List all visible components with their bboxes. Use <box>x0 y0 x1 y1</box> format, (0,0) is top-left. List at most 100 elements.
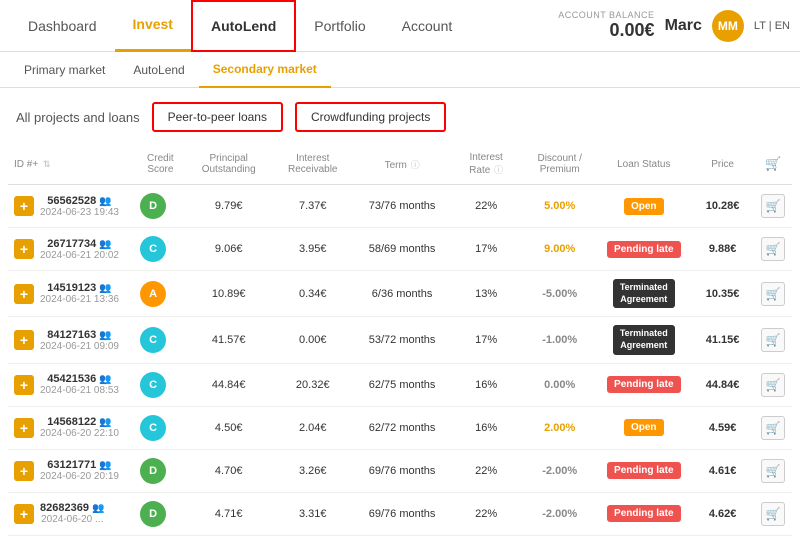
interest-receivable: 2.04€ <box>271 406 355 449</box>
discount: -2.00% <box>523 492 597 535</box>
interest-receivable: 3.95€ <box>271 228 355 271</box>
secondary-nav: Primary market AutoLend Secondary market <box>0 52 800 88</box>
nav-item-account[interactable]: Account <box>384 0 471 52</box>
term: 69/76 months <box>355 492 450 535</box>
interest-receivable: 0.34€ <box>271 271 355 317</box>
term: 62/75 months <box>355 363 450 406</box>
filter-row: All projects and loans Peer-to-peer loan… <box>0 88 800 146</box>
filter-label: All projects and loans <box>16 110 140 125</box>
cart-button[interactable]: 🛒 <box>761 502 785 526</box>
sort-icon: ⇅ <box>43 159 51 169</box>
cart-button[interactable]: 🛒 <box>761 237 785 261</box>
loan-date: 2024-06-21 13:36 <box>40 294 119 305</box>
term: 6/36 months <box>355 271 450 317</box>
sec-nav-autolend[interactable]: AutoLend <box>119 52 198 88</box>
status-badge: TerminatedAgreement <box>613 279 675 308</box>
nav-item-portfolio[interactable]: Portfolio <box>296 0 383 52</box>
loan-id: 26717734 👥 <box>40 238 119 250</box>
term: 53/72 months <box>355 317 450 363</box>
col-header-id: ID #+ ⇅ <box>8 146 134 185</box>
loan-date: 2024-06-20 20:19 <box>40 471 119 482</box>
sec-nav-secondary[interactable]: Secondary market <box>199 52 331 88</box>
plus-button[interactable]: + <box>14 196 34 216</box>
table-row: + 56562528 👥 2024-06-23 19:43 D 9.79€ 7.… <box>8 185 792 228</box>
interest-receivable: 0.00€ <box>271 317 355 363</box>
cart-button[interactable]: 🛒 <box>761 416 785 440</box>
loan-id: 82682369 👥 <box>40 502 104 514</box>
term: 69/76 months <box>355 449 450 492</box>
loan-date: 2024-06-23 19:43 <box>40 207 119 218</box>
credit-badge: D <box>140 501 166 527</box>
nav-item-dashboard[interactable]: Dashboard <box>10 0 115 52</box>
loan-id: 84127163 👥 <box>40 329 119 341</box>
peer-to-peer-filter[interactable]: Peer-to-peer loans <box>152 102 283 132</box>
plus-button[interactable]: + <box>14 239 34 259</box>
col-header-term: Term ⓘ <box>355 146 450 185</box>
loan-date: 2024-06-20 ... <box>40 514 104 525</box>
credit-badge: C <box>140 415 166 441</box>
credit-badge: D <box>140 193 166 219</box>
discount: 5.00% <box>523 185 597 228</box>
crowdfunding-filter[interactable]: Crowdfunding projects <box>295 102 446 132</box>
balance-amount: 0.00€ <box>558 20 654 41</box>
status-badge: Pending late <box>607 241 680 258</box>
main-nav: Dashboard Invest AutoLend Portfolio Acco… <box>0 0 800 52</box>
price: 4.59€ <box>691 406 754 449</box>
cart-button[interactable]: 🛒 <box>761 282 785 306</box>
term: 58/69 months <box>355 228 450 271</box>
credit-badge: D <box>140 458 166 484</box>
loan-id: 45421536 👥 <box>40 373 119 385</box>
plus-button[interactable]: + <box>14 375 34 395</box>
col-header-status: Loan Status <box>596 146 691 185</box>
cart-button[interactable]: 🛒 <box>761 459 785 483</box>
credit-badge: C <box>140 327 166 353</box>
principal: 10.89€ <box>187 271 271 317</box>
nav-item-autolend[interactable]: AutoLend <box>191 0 296 52</box>
loan-date: 2024-06-21 20:02 <box>40 250 119 261</box>
lang-switch[interactable]: LT | EN <box>754 20 790 32</box>
plus-button[interactable]: + <box>14 284 34 304</box>
price: 4.62€ <box>691 492 754 535</box>
nav-item-invest[interactable]: Invest <box>115 0 191 52</box>
col-header-principal: PrincipalOutstanding <box>187 146 271 185</box>
interest-rate: 22% <box>449 449 523 492</box>
user-name: Marc <box>665 17 702 35</box>
principal: 44.84€ <box>187 363 271 406</box>
table-row: + 14568122 👥 2024-06-20 22:10 C 4.50€ 2.… <box>8 406 792 449</box>
cart-button[interactable]: 🛒 <box>761 328 785 352</box>
col-header-cart: 🛒 <box>754 146 792 185</box>
sec-nav-primary[interactable]: Primary market <box>10 52 119 88</box>
principal: 4.71€ <box>187 492 271 535</box>
col-header-credit: CreditScore <box>134 146 187 185</box>
discount: -2.00% <box>523 449 597 492</box>
credit-badge: A <box>140 281 166 307</box>
nav-right: ACCOUNT BALANCE 0.00€ Marc MM LT | EN <box>558 10 790 42</box>
principal: 4.70€ <box>187 449 271 492</box>
plus-button[interactable]: + <box>14 330 34 350</box>
credit-badge: C <box>140 372 166 398</box>
interest-rate: 17% <box>449 228 523 271</box>
principal: 4.50€ <box>187 406 271 449</box>
table-row: + 14519123 👥 2024-06-21 13:36 A 10.89€ 0… <box>8 271 792 317</box>
price: 44.84€ <box>691 363 754 406</box>
interest-rate: 22% <box>449 185 523 228</box>
credit-badge: C <box>140 236 166 262</box>
interest-rate: 13% <box>449 271 523 317</box>
price: 4.61€ <box>691 449 754 492</box>
loan-id: 56562528 👥 <box>40 195 119 207</box>
col-header-price: Price <box>691 146 754 185</box>
loan-id: 14519123 👥 <box>40 282 119 294</box>
table-row: + 82682369 👥 2024-06-20 ... D 4.71€ 3.31… <box>8 492 792 535</box>
cart-button[interactable]: 🛒 <box>761 194 785 218</box>
plus-button[interactable]: + <box>14 418 34 438</box>
loan-id: 14568122 👥 <box>40 416 119 428</box>
interest-receivable: 3.26€ <box>271 449 355 492</box>
status-badge: TerminatedAgreement <box>613 325 675 354</box>
account-balance: ACCOUNT BALANCE 0.00€ <box>558 10 654 41</box>
term: 73/76 months <box>355 185 450 228</box>
interest-rate: 17% <box>449 317 523 363</box>
plus-button[interactable]: + <box>14 504 34 524</box>
plus-button[interactable]: + <box>14 461 34 481</box>
cart-button[interactable]: 🛒 <box>761 373 785 397</box>
interest-rate: 16% <box>449 363 523 406</box>
